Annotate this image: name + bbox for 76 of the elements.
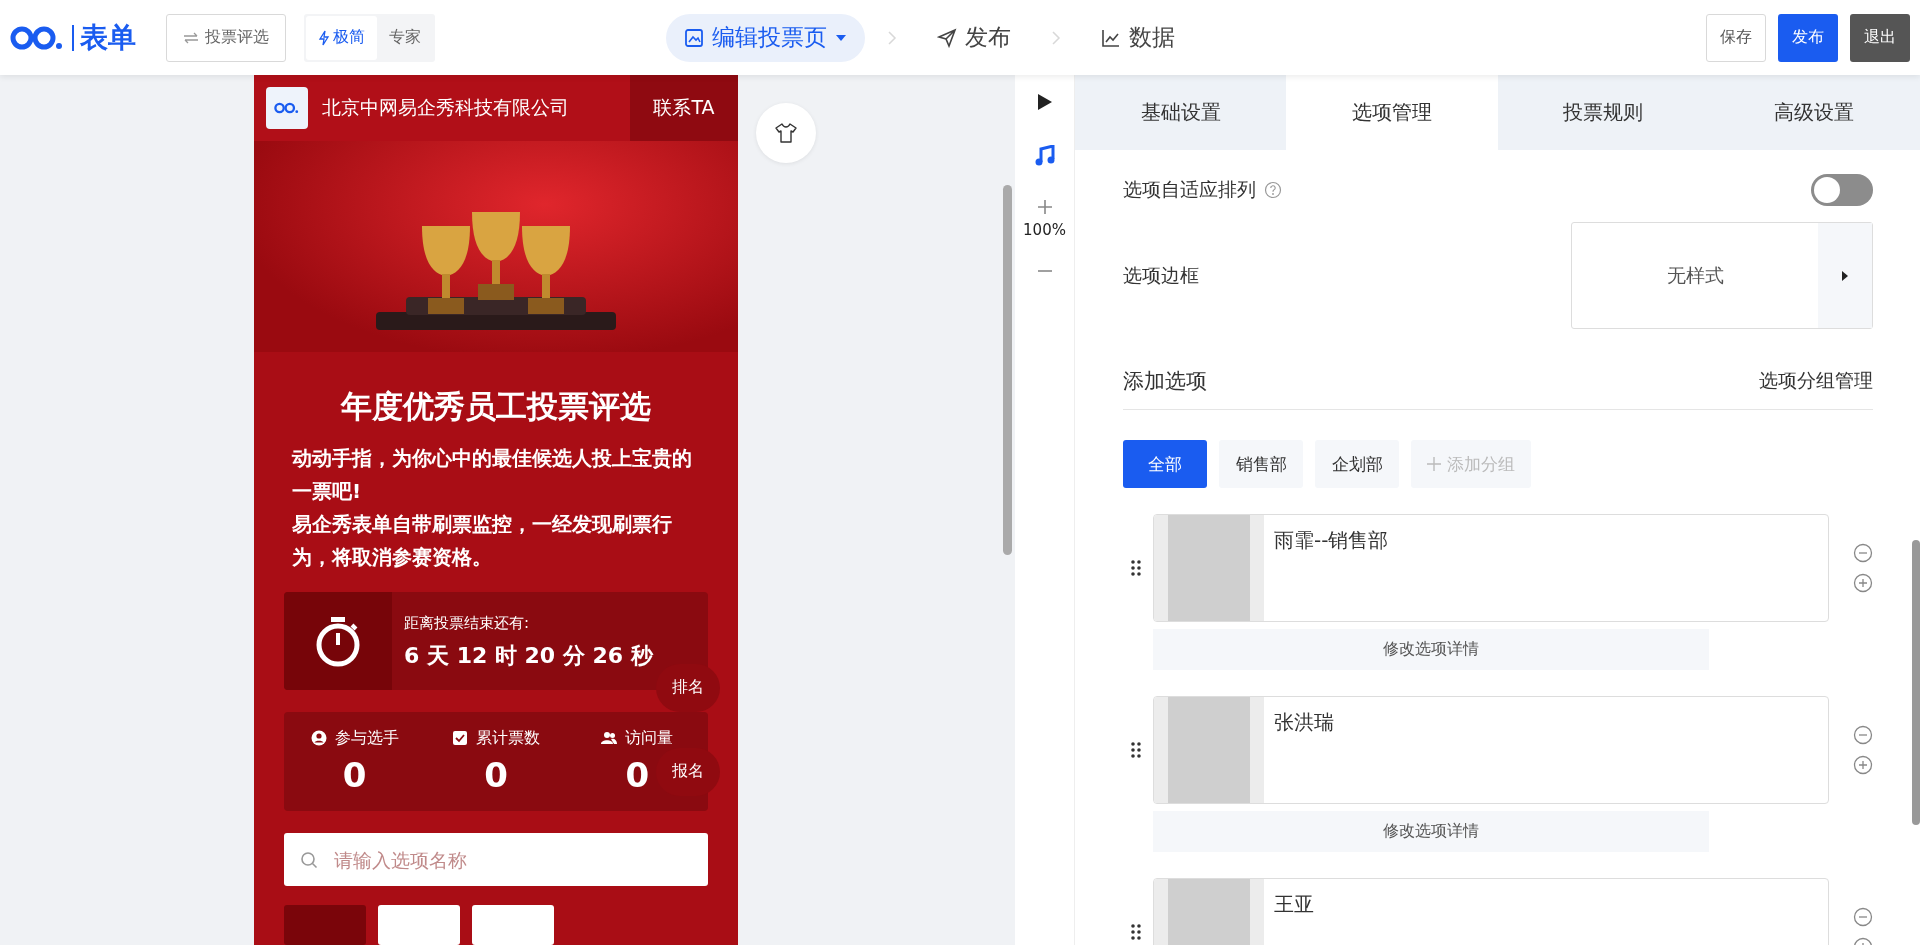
settings-tab[interactable]: 基础设置 <box>1075 75 1287 150</box>
toggle-switch[interactable] <box>1811 174 1873 206</box>
ranking-button[interactable]: 排名 <box>656 663 720 712</box>
line-chart-icon <box>1101 27 1121 48</box>
company-name: 北京中网易企秀科技有限公司 <box>322 95 569 121</box>
caret-down-icon <box>835 33 847 42</box>
stat-value: 0 <box>625 754 650 795</box>
option-name: 雨霏--销售部 <box>1272 527 1390 554</box>
section-title: 添加选项 <box>1123 368 1207 395</box>
option-name: 张洪瑞 <box>1272 709 1335 736</box>
zoom-level: 100% <box>1023 221 1066 239</box>
intro-text: 动动手指，为你心中的最佳候选人投上宝贵的一票吧! <box>292 444 693 505</box>
stat-label: 参与选手 <box>334 727 399 749</box>
mode-tab[interactable]: 极简 <box>306 15 377 60</box>
exit-button[interactable]: 退出 <box>1850 13 1910 62</box>
zoom-in-icon[interactable] <box>1036 199 1053 215</box>
music-note-icon[interactable] <box>1034 145 1055 167</box>
stat-value: 0 <box>484 754 508 795</box>
step-tab[interactable]: 编辑投票页 <box>666 13 865 62</box>
plus-icon <box>1427 457 1441 471</box>
paper-plane-icon <box>937 27 957 48</box>
stat-label: 访问量 <box>625 727 674 749</box>
play-icon[interactable] <box>1036 93 1053 111</box>
stat-value: 0 <box>342 754 367 795</box>
save-button[interactable]: 保存 <box>1706 13 1766 62</box>
checkbox-icon <box>452 730 468 747</box>
people-icon <box>601 730 618 747</box>
edit-detail-button[interactable]: 修改选项详情 <box>1153 629 1709 670</box>
edit-detail-button[interactable]: 修改选项详情 <box>1153 811 1709 852</box>
publish-button[interactable]: 发布 <box>1778 13 1838 62</box>
scrollbar-thumb[interactable] <box>1912 540 1920 825</box>
zoom-out-icon[interactable] <box>1036 269 1053 273</box>
logo-text: 表单 <box>80 19 136 56</box>
step-tab[interactable]: 发布 <box>919 13 1029 62</box>
vote-title: 年度优秀员工投票评选 <box>339 386 652 426</box>
caret-right-icon <box>1842 270 1848 281</box>
signup-button[interactable]: 报名 <box>656 747 720 796</box>
drag-handle-icon[interactable] <box>1131 560 1141 576</box>
drag-handle-icon[interactable] <box>1131 742 1141 758</box>
plus-circle-icon[interactable] <box>1853 573 1873 593</box>
minus-circle-icon[interactable] <box>1853 543 1873 563</box>
group-tab[interactable]: 企划部 <box>1315 440 1399 488</box>
group-tab[interactable]: 销售部 <box>1219 440 1303 488</box>
border-style-selector[interactable]: 无样式 <box>1571 222 1873 329</box>
shirt-icon <box>775 123 797 143</box>
settings-tab[interactable]: 投票规则 <box>1497 75 1709 150</box>
lightning-icon <box>318 29 330 46</box>
chevron-right-icon <box>1051 29 1061 46</box>
intro-text: 易企秀表单自带刷票监控，一经发现刷票行为，将取消参赛资格。 <box>292 510 673 571</box>
contact-button[interactable]: 联系TA <box>630 75 738 142</box>
swap-icon <box>183 31 199 44</box>
setting-label: 选项自适应排列 <box>1123 177 1256 202</box>
mode-tab[interactable]: 专家 <box>377 15 433 60</box>
minus-circle-icon[interactable] <box>1853 907 1873 927</box>
step-tab[interactable]: 数据 <box>1083 13 1193 62</box>
setting-label: 选项边框 <box>1123 262 1199 288</box>
scrollbar-thumb[interactable] <box>1003 185 1012 555</box>
theme-button[interactable] <box>756 103 816 163</box>
image-icon <box>684 27 704 48</box>
back-button[interactable]: 投票评选 <box>166 13 286 62</box>
stopwatch-icon <box>314 614 362 667</box>
minus-circle-icon[interactable] <box>1853 725 1873 745</box>
search-field[interactable]: 请输入选项名称 <box>284 833 708 886</box>
countdown-label: 距离投票结束还有: <box>404 613 531 633</box>
option-name: 王亚 <box>1272 891 1315 918</box>
group-manage-link[interactable]: 选项分组管理 <box>1759 368 1873 394</box>
settings-tab[interactable]: 高级设置 <box>1708 75 1920 150</box>
user-circle-icon <box>310 730 327 747</box>
chevron-right-icon <box>887 29 897 46</box>
help-icon <box>1264 181 1282 199</box>
countdown-value: 6 天 12 时 20 分 26 秒 <box>404 641 653 670</box>
plus-circle-icon[interactable] <box>1853 755 1873 775</box>
logo-icon <box>274 101 300 116</box>
stat-label: 累计票数 <box>476 727 540 749</box>
drag-handle-icon[interactable] <box>1131 924 1141 940</box>
group-tab[interactable]: 全部 <box>1123 440 1207 488</box>
